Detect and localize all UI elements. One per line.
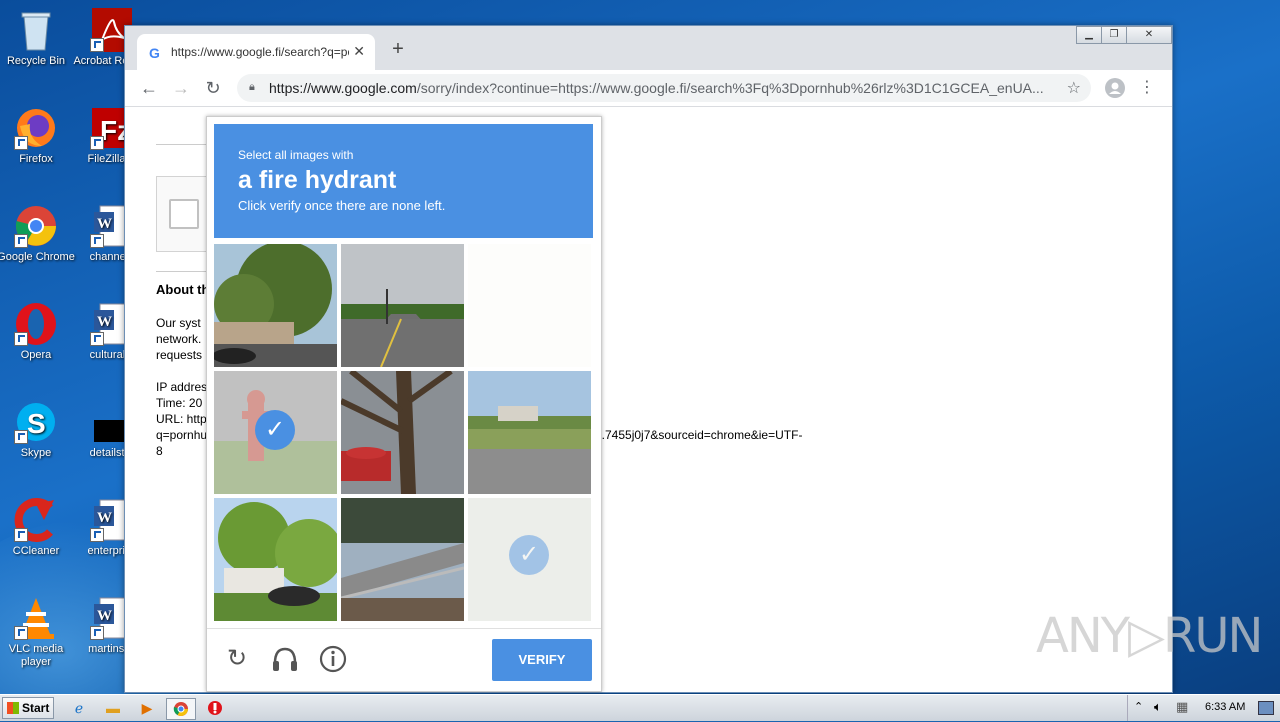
recaptcha-challenge: Select all images with a fire hydrant Cl… <box>206 116 602 692</box>
svg-text:W: W <box>97 314 112 330</box>
captcha-tile-6[interactable] <box>468 371 591 494</box>
url-label-text: URL: http <box>156 412 207 426</box>
google-favicon-icon: G <box>149 45 160 61</box>
body-text: requests <box>156 348 203 362</box>
tab-strip: G https://www.google.fi/search?q=po ✕ + … <box>125 26 1172 70</box>
desktop-icon-vlc[interactable]: VLC media player <box>0 596 76 669</box>
start-button[interactable]: Start <box>2 697 54 719</box>
anyrun-watermark: ANY▷RUN <box>1036 608 1263 664</box>
captcha-tile-5[interactable] <box>341 371 464 494</box>
url-text-tail: 7.7455j0j7&sourceid=chrome&ie=UTF- <box>595 428 803 442</box>
menu-kebab-icon[interactable]: ⋮ <box>1135 76 1159 100</box>
svg-text:W: W <box>97 216 112 232</box>
windows-flag-icon <box>7 702 19 714</box>
body-text: network. <box>156 332 202 346</box>
browser-toolbar: ← → ↻ 🔒︎ https://www.google.com/sorry/in… <box>125 70 1172 107</box>
svg-text:W: W <box>97 510 112 526</box>
taskbar-clock[interactable]: 6:33 AM <box>1205 701 1245 713</box>
desktop-icon-recycle-bin[interactable]: Recycle Bin <box>0 8 76 68</box>
media-player-icon[interactable]: ▶ <box>136 698 158 718</box>
verify-button[interactable]: VERIFY <box>492 639 592 681</box>
url-host: https://www.google.com <box>269 80 417 96</box>
recycle-bin-icon <box>14 8 58 52</box>
ie-taskbar-icon[interactable]: ℯ <box>68 698 90 718</box>
tab-close-icon[interactable]: ✕ <box>353 43 365 60</box>
back-arrow-icon[interactable]: ← <box>137 76 161 100</box>
captcha-tile-9-selected[interactable]: ✓ <box>468 498 591 621</box>
network-icon[interactable]: ▦ <box>1176 699 1188 715</box>
minimize-button[interactable]: ▁ <box>1076 26 1102 44</box>
ccleaner-icon <box>14 498 58 542</box>
reload-icon[interactable]: ↻ <box>201 76 225 100</box>
challenge-header: Select all images with a fire hydrant Cl… <box>214 124 593 238</box>
vlc-cone-icon <box>14 596 58 640</box>
opera-taskbar-icon[interactable] <box>204 698 226 718</box>
restore-button[interactable]: ❐ <box>1101 26 1127 44</box>
challenge-footer: ↻ VERIFY <box>207 628 601 691</box>
forward-arrow-icon[interactable]: → <box>169 76 193 100</box>
recaptcha-checkbox[interactable] <box>169 199 199 229</box>
captcha-tile-4-selected[interactable]: ✓ <box>214 371 337 494</box>
desktop-icon-ccleaner[interactable]: CCleaner <box>0 498 76 558</box>
url-text-line3: 8 <box>156 444 163 458</box>
captcha-tile-3[interactable] <box>468 244 591 367</box>
taskbar: Start ℯ ▬ ▶ ⌃ 🔈︎ ▦ 6:33 AM <box>0 694 1280 721</box>
desktop-icon-label: CCleaner <box>12 545 60 557</box>
challenge-target: a fire hydrant <box>238 166 397 194</box>
about-heading: About th <box>156 282 210 297</box>
bookmark-star-icon[interactable]: ☆ <box>1067 78 1081 98</box>
opera-icon <box>14 302 58 346</box>
chrome-taskbar-icon[interactable] <box>166 698 196 720</box>
captcha-tile-1[interactable] <box>214 244 337 367</box>
desktop-icon-firefox[interactable]: Firefox <box>0 106 76 166</box>
address-bar[interactable]: 🔒︎ https://www.google.com/sorry/index?co… <box>237 74 1091 102</box>
body-text: Our syst <box>156 316 201 330</box>
captcha-tile-7[interactable] <box>214 498 337 621</box>
desktop-icon-label: Opera <box>20 349 52 361</box>
audio-headphones-icon[interactable] <box>271 645 299 673</box>
desktop-icon-chrome[interactable]: Google Chrome <box>0 204 76 264</box>
selected-checkmark-icon: ✓ <box>255 410 295 450</box>
tab-google-search[interactable]: G https://www.google.fi/search?q=po ✕ <box>137 34 375 70</box>
new-tab-button[interactable]: + <box>387 39 409 61</box>
selected-checkmark-icon: ✓ <box>509 535 549 575</box>
reload-challenge-icon[interactable]: ↻ <box>223 645 251 673</box>
address-url[interactable]: https://www.google.com/sorry/index?conti… <box>269 80 1059 96</box>
desktop-icon-label: VLC media player <box>8 643 64 668</box>
challenge-hint: Click verify once there are none left. <box>238 198 446 213</box>
speaker-icon[interactable]: 🔈︎ <box>1154 699 1162 715</box>
ip-address-text: IP addres <box>156 380 208 394</box>
url-text-line2: q=pornhu <box>156 428 208 442</box>
tab-title: https://www.google.fi/search?q=po <box>171 45 349 59</box>
desktop-icon-label: Recycle Bin <box>6 55 66 67</box>
info-icon[interactable] <box>319 645 347 673</box>
show-desktop-icon[interactable] <box>1258 701 1274 715</box>
desktop-icon-label: Google Chrome <box>0 251 75 263</box>
close-window-button[interactable]: ✕ <box>1126 26 1172 44</box>
system-tray: ⌃ 🔈︎ ▦ <box>1127 695 1280 721</box>
explorer-folder-icon[interactable]: ▬ <box>102 698 124 718</box>
tray-expand-icon[interactable]: ⌃ <box>1134 700 1143 713</box>
time-text: Time: 20 <box>156 396 203 410</box>
desktop-icon-skype[interactable]: S Skype <box>0 400 76 460</box>
challenge-instruction: Select all images with <box>238 148 354 162</box>
url-path: /sorry/index?continue=https://www.google… <box>416 80 1044 96</box>
desktop-icon-label: Skype <box>20 447 52 459</box>
captcha-tile-8[interactable] <box>341 498 464 621</box>
desktop-icon-opera[interactable]: Opera <box>0 302 76 362</box>
svg-text:S: S <box>27 408 46 439</box>
svg-text:W: W <box>97 608 112 624</box>
skype-icon: S <box>14 400 58 444</box>
desktop-icon-label: Firefox <box>19 153 53 165</box>
firefox-icon <box>14 106 58 150</box>
lock-icon: 🔒︎ <box>249 81 255 93</box>
profile-avatar-icon[interactable] <box>1103 76 1127 100</box>
chrome-icon <box>14 204 58 248</box>
start-label: Start <box>22 701 50 715</box>
captcha-tile-2[interactable] <box>341 244 464 367</box>
